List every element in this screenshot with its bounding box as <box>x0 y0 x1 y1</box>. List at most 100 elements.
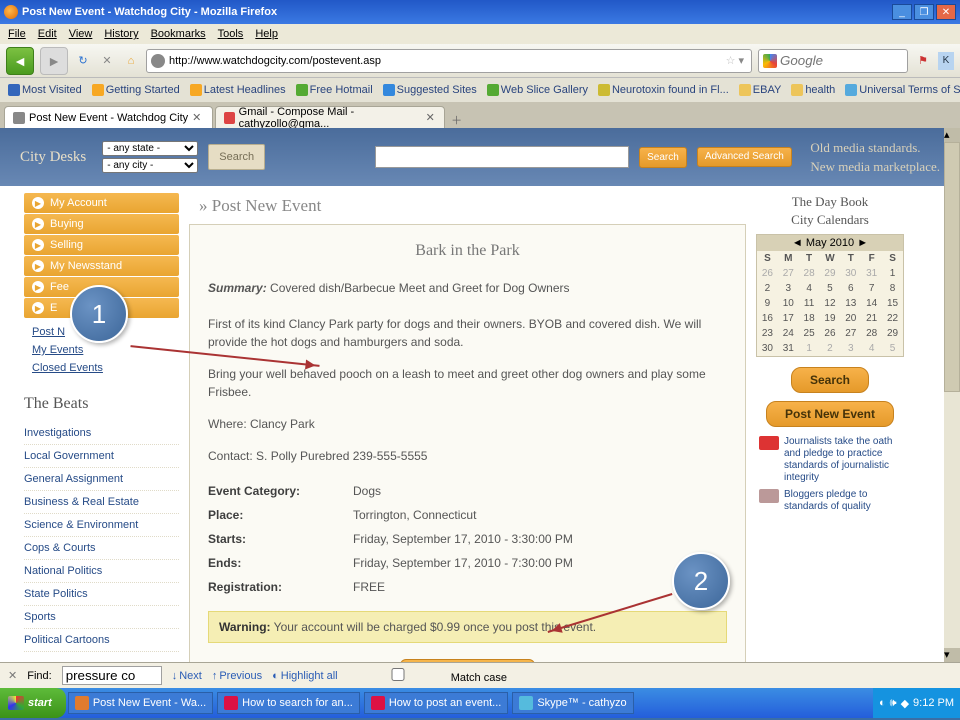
cal-day[interactable]: 29 <box>882 326 903 341</box>
site-search-input[interactable] <box>375 146 629 168</box>
cal-day[interactable]: 3 <box>778 281 799 296</box>
cal-day[interactable]: 15 <box>882 296 903 311</box>
cal-day[interactable]: 14 <box>861 296 882 311</box>
bookmark-star-icon[interactable]: ☆ <box>726 54 736 67</box>
taskbar-button[interactable]: How to search for an... <box>217 692 360 714</box>
k-icon[interactable]: K <box>938 52 954 70</box>
sublink-closed[interactable]: Closed Events <box>32 359 179 377</box>
forward-button[interactable]: ► <box>40 47 68 75</box>
menu-view[interactable]: View <box>69 28 93 40</box>
back-button[interactable]: ◄ <box>6 47 34 75</box>
cal-day[interactable]: 26 <box>757 266 778 281</box>
tray-icon[interactable]: ◐ <box>879 697 886 709</box>
cal-day[interactable]: 10 <box>778 296 799 311</box>
post-new-event-button[interactable]: Post New Event <box>766 401 894 427</box>
cal-day[interactable]: 5 <box>882 341 903 356</box>
bm-most-visited[interactable]: Most Visited <box>8 84 82 96</box>
submit-event-button[interactable]: Submit Event <box>400 659 535 662</box>
cal-day[interactable]: 25 <box>799 326 820 341</box>
beat-link[interactable]: Local Government <box>24 445 179 468</box>
menu-tools[interactable]: Tools <box>218 28 244 40</box>
menu-history[interactable]: History <box>104 28 138 40</box>
start-button[interactable]: start <box>0 688 66 718</box>
cal-day[interactable]: 16 <box>757 311 778 326</box>
bm-neurotoxin[interactable]: Neurotoxin found in Fl... <box>598 84 729 96</box>
cal-day[interactable]: 17 <box>778 311 799 326</box>
cal-day[interactable]: 4 <box>861 341 882 356</box>
cal-search-button[interactable]: Search <box>791 367 869 393</box>
menu-edit[interactable]: Edit <box>38 28 57 40</box>
cal-day[interactable]: 31 <box>778 341 799 356</box>
blogger-pledge[interactable]: Bloggers pledge to standards of quality <box>759 489 901 513</box>
tab-close-icon[interactable]: ✕ <box>426 111 437 124</box>
find-close-icon[interactable]: ✕ <box>8 669 17 682</box>
find-highlight[interactable]: ◐ Highlight all <box>272 670 338 682</box>
home-icon[interactable]: ⌂ <box>122 52 140 70</box>
cal-day[interactable]: 27 <box>840 326 861 341</box>
cal-day[interactable]: 26 <box>820 326 841 341</box>
system-tray[interactable]: ◐ 🕪 ◆ 9:12 PM <box>873 688 960 718</box>
taskbar-button[interactable]: Post New Event - Wa... <box>68 692 213 714</box>
advanced-search-button[interactable]: Advanced Search <box>697 147 792 167</box>
cal-day[interactable]: 8 <box>882 281 903 296</box>
bm-getting-started[interactable]: Getting Started <box>92 84 180 96</box>
calendar-month[interactable]: ◄ May 2010 ► <box>757 235 903 251</box>
cal-day[interactable]: 18 <box>799 311 820 326</box>
state-select[interactable]: - any state - <box>102 141 198 156</box>
cal-day[interactable]: 20 <box>840 311 861 326</box>
close-button[interactable]: ✕ <box>936 4 956 20</box>
cal-day[interactable]: 11 <box>799 296 820 311</box>
cal-day[interactable]: 7 <box>861 281 882 296</box>
taskbar-button[interactable]: How to post an event... <box>364 692 509 714</box>
beat-link[interactable]: Political Cartoons <box>24 629 179 652</box>
addon-icon[interactable]: ⚑ <box>914 52 932 70</box>
find-input[interactable] <box>62 666 162 685</box>
tab-watchdog[interactable]: Post New Event - Watchdog City ✕ <box>4 106 213 128</box>
maximize-button[interactable]: ❐ <box>914 4 934 20</box>
cal-day[interactable]: 3 <box>840 341 861 356</box>
cal-day[interactable]: 12 <box>820 296 841 311</box>
cal-day[interactable]: 9 <box>757 296 778 311</box>
cal-day[interactable]: 23 <box>757 326 778 341</box>
cal-day[interactable]: 31 <box>861 266 882 281</box>
beat-link[interactable]: National Politics <box>24 560 179 583</box>
tab-close-icon[interactable]: ✕ <box>192 111 204 124</box>
cal-day[interactable]: 22 <box>882 311 903 326</box>
cal-day[interactable]: 2 <box>757 281 778 296</box>
cal-day[interactable]: 2 <box>820 341 841 356</box>
scrollbar[interactable]: ▴ ▾ <box>944 128 960 662</box>
minimize-button[interactable]: _ <box>892 4 912 20</box>
cal-day[interactable]: 13 <box>840 296 861 311</box>
tray-icon[interactable]: ◆ <box>901 697 909 710</box>
cal-day[interactable]: 27 <box>778 266 799 281</box>
tray-icon[interactable]: 🕪 <box>890 697 897 710</box>
cal-day[interactable]: 1 <box>882 266 903 281</box>
menu-bookmarks[interactable]: Bookmarks <box>151 28 206 40</box>
cal-day[interactable]: 24 <box>778 326 799 341</box>
beat-link[interactable]: General Assignment <box>24 468 179 491</box>
bm-free-hotmail[interactable]: Free Hotmail <box>296 84 373 96</box>
calendar[interactable]: ◄ May 2010 ► SMTWTFS26272829303112345678… <box>756 234 904 357</box>
bm-latest-headlines[interactable]: Latest Headlines <box>190 84 286 96</box>
bm-webslice[interactable]: Web Slice Gallery <box>487 84 588 96</box>
beat-link[interactable]: Business & Real Estate <box>24 491 179 514</box>
stop-icon[interactable]: ✕ <box>98 52 116 70</box>
taskbar-button[interactable]: Skype™ - cathyzo <box>512 692 633 714</box>
cal-day[interactable]: 6 <box>840 281 861 296</box>
beat-link[interactable]: Cops & Courts <box>24 537 179 560</box>
search-box[interactable] <box>758 49 908 73</box>
find-prev[interactable]: ↑ Previous <box>212 670 262 682</box>
city-search-button[interactable]: Search <box>208 144 265 170</box>
tab-gmail[interactable]: Gmail - Compose Mail - cathyzollo@gma...… <box>215 106 445 128</box>
nav-item[interactable]: ▶Selling <box>24 235 179 255</box>
url-bar[interactable]: ☆ ▾ <box>146 49 752 73</box>
cal-day[interactable]: 28 <box>861 326 882 341</box>
search-input[interactable] <box>780 53 903 68</box>
cal-day[interactable]: 28 <box>799 266 820 281</box>
find-next[interactable]: ↓ Next <box>172 670 202 682</box>
cal-day[interactable]: 30 <box>757 341 778 356</box>
site-search-button[interactable]: Search <box>639 147 687 168</box>
menu-help[interactable]: Help <box>255 28 278 40</box>
cal-day[interactable]: 29 <box>820 266 841 281</box>
reload-icon[interactable]: ↻ <box>74 52 92 70</box>
